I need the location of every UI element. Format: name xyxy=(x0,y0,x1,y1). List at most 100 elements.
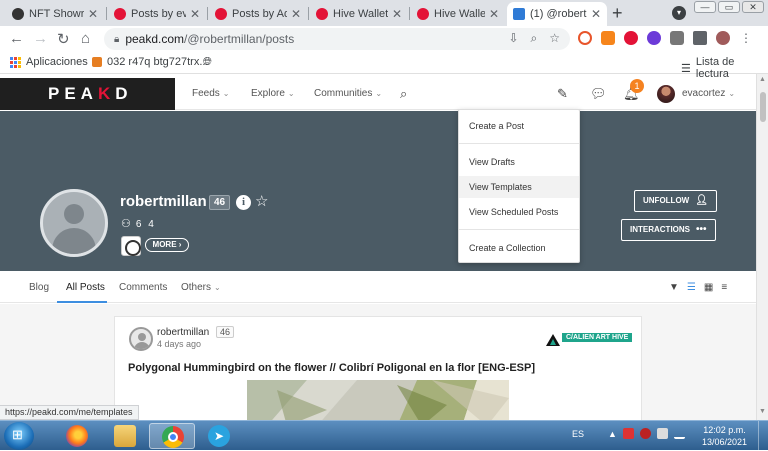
browser-tab[interactable]: Posts by Adri ✕ xyxy=(209,2,307,26)
followers-count[interactable]: ⚇ 6 4 xyxy=(121,217,156,230)
post-card[interactable]: robertmillan 46 4 days ago C/ALIEN ART H… xyxy=(114,316,642,426)
filter-icon[interactable]: ▼ xyxy=(669,282,679,293)
menu-create-collection[interactable]: Create a Collection xyxy=(459,237,579,259)
address-bar[interactable]: 🔒︎ peakd.com/@robertmillan/posts ⇩ ⌕ ☆ xyxy=(104,28,570,50)
taskbar-chrome[interactable] xyxy=(149,423,195,449)
chevron-down-icon: ⌄ xyxy=(728,89,736,98)
community-badge[interactable]: C/ALIEN ART HIVE xyxy=(562,333,633,342)
peakd-logo[interactable]: PEAKD xyxy=(0,78,175,110)
browser-tab-title: Posts by eva xyxy=(131,8,186,20)
extension-icon[interactable] xyxy=(670,31,684,45)
nav-communities[interactable]: Communities ⌄ xyxy=(314,88,382,99)
nav-explore[interactable]: Explore ⌄ xyxy=(251,88,295,99)
back-icon[interactable]: ← xyxy=(9,30,24,47)
clock-date: 13/06/2021 xyxy=(702,437,748,447)
new-tab-button[interactable]: + xyxy=(612,3,623,24)
bookmark-item[interactable]: Aplicaciones xyxy=(10,56,88,68)
grid-view-icon[interactable]: ▦ xyxy=(704,282,713,293)
bookmark-star-icon[interactable]: ☆ xyxy=(549,31,560,46)
menu-view-scheduled-posts[interactable]: View Scheduled Posts xyxy=(459,201,579,223)
close-tab-icon[interactable]: ✕ xyxy=(88,7,98,21)
taskbar-telegram[interactable]: ➤ xyxy=(196,423,242,449)
bookmark-favicon-icon xyxy=(92,57,102,67)
taskbar-file-explorer[interactable] xyxy=(102,423,148,449)
reload-icon[interactable]: ↻ xyxy=(57,30,70,48)
metamask-icon[interactable] xyxy=(601,31,615,45)
extension-icon[interactable] xyxy=(647,31,661,45)
interactions-button[interactable]: INTERACTIONS ••• xyxy=(621,219,716,241)
nav-feeds[interactable]: Feeds ⌄ xyxy=(192,88,230,99)
extension-icon[interactable] xyxy=(578,31,592,45)
show-desktop-button[interactable] xyxy=(758,421,768,451)
taskbar-firefox[interactable] xyxy=(54,423,100,449)
signal-icon[interactable] xyxy=(673,428,685,439)
system-clock[interactable]: 12:02 p.m. 13/06/2021 xyxy=(702,424,747,448)
user-menu[interactable]: evacortez ⌄ xyxy=(682,88,735,99)
tray-app-icon[interactable] xyxy=(656,428,668,439)
community-icon[interactable] xyxy=(121,236,141,256)
browser-tab[interactable]: Hive Wallet ✕ xyxy=(310,2,408,26)
scroll-down-arrow-icon[interactable]: ▼ xyxy=(759,408,766,415)
scroll-up-arrow-icon[interactable]: ▲ xyxy=(759,76,766,83)
tab-search-icon[interactable]: ▾ xyxy=(672,6,686,20)
author-avatar[interactable] xyxy=(129,327,153,351)
start-button[interactable] xyxy=(4,422,34,450)
minimize-button[interactable]: — xyxy=(694,1,716,13)
forward-icon[interactable]: → xyxy=(33,30,48,47)
close-tab-icon[interactable]: ✕ xyxy=(591,7,601,21)
browser-tab[interactable]: Hive Wallet ✕ xyxy=(411,2,505,26)
bookmark-item[interactable]: 032 r47q btg727trx... xyxy=(92,56,209,68)
maximize-button[interactable]: ▭ xyxy=(718,1,740,13)
bookmark-item[interactable]: 🌐︎ xyxy=(203,56,212,69)
menu-view-templates[interactable]: View Templates xyxy=(459,176,579,198)
post-title[interactable]: Polygonal Hummingbird on the flower // C… xyxy=(128,362,535,374)
browser-tab[interactable]: Posts by eva ✕ xyxy=(108,2,206,26)
more-button[interactable]: MORE › xyxy=(145,238,189,252)
menu-view-drafts[interactable]: View Drafts xyxy=(459,151,579,173)
close-tab-icon[interactable]: ✕ xyxy=(190,7,200,21)
profile-avatar-icon[interactable] xyxy=(716,31,730,45)
zoom-icon[interactable]: ⌕ xyxy=(531,31,538,46)
pencil-icon[interactable]: ✎ xyxy=(557,86,568,102)
profile-avatar[interactable] xyxy=(40,189,108,257)
hive-keychain-icon[interactable] xyxy=(624,31,638,45)
link-status-bubble: https://peakd.com/me/templates xyxy=(0,405,139,420)
search-icon[interactable]: ⌕ xyxy=(400,86,407,102)
chat-icon[interactable]: 💬︎ xyxy=(590,86,607,102)
compact-view-icon[interactable]: ≡ xyxy=(721,282,727,293)
browser-tab-active[interactable]: (1) @robertm ✕ xyxy=(507,2,607,26)
chevron-down-icon: ⌄ xyxy=(214,283,221,292)
browser-tab-title: Posts by Adri xyxy=(232,8,287,20)
browser-tab[interactable]: NFT Showroom ✕ xyxy=(6,2,104,26)
star-icon[interactable]: ☆ xyxy=(255,192,268,210)
tray-app-icon[interactable] xyxy=(622,428,634,439)
close-tab-icon[interactable]: ✕ xyxy=(291,7,301,21)
post-author[interactable]: robertmillan xyxy=(157,327,209,338)
close-tab-icon[interactable]: ✕ xyxy=(392,7,402,21)
show-hidden-icons-icon[interactable]: ▲ xyxy=(608,429,617,439)
close-window-button[interactable]: ✕ xyxy=(742,1,764,13)
tab-others[interactable]: Others ⌄ xyxy=(181,282,221,293)
home-icon[interactable]: ⌂ xyxy=(81,30,90,47)
hive-favicon-icon xyxy=(114,8,126,20)
close-tab-icon[interactable]: ✕ xyxy=(489,7,499,21)
tab-blog[interactable]: Blog xyxy=(29,282,49,293)
install-app-icon[interactable]: ⇩ xyxy=(508,31,518,46)
tray-app-icon[interactable] xyxy=(639,428,651,439)
language-indicator[interactable]: ES xyxy=(572,429,584,439)
unfollow-button[interactable]: UNFOLLOW 👤︎ xyxy=(634,190,717,212)
kebab-menu-icon[interactable]: ⋮ xyxy=(739,31,753,45)
list-view-icon[interactable]: ☰ xyxy=(687,282,696,293)
page-scrollbar[interactable]: ▲ ▼ xyxy=(756,74,768,420)
user-avatar[interactable] xyxy=(657,85,675,103)
reading-list-button[interactable]: ☰ Lista de lectura xyxy=(681,56,768,80)
menu-create-post[interactable]: Create a Post xyxy=(459,115,579,137)
puzzle-icon[interactable] xyxy=(693,31,707,45)
lock-icon[interactable]: 🔒︎ xyxy=(114,34,119,45)
tab-all-posts[interactable]: All Posts xyxy=(66,282,105,293)
tab-comments[interactable]: Comments xyxy=(119,282,167,293)
post-time[interactable]: 4 days ago xyxy=(157,339,201,349)
ellipsis-icon: ••• xyxy=(696,224,707,235)
info-icon[interactable]: i xyxy=(236,195,251,210)
scroll-thumb[interactable] xyxy=(760,92,766,122)
